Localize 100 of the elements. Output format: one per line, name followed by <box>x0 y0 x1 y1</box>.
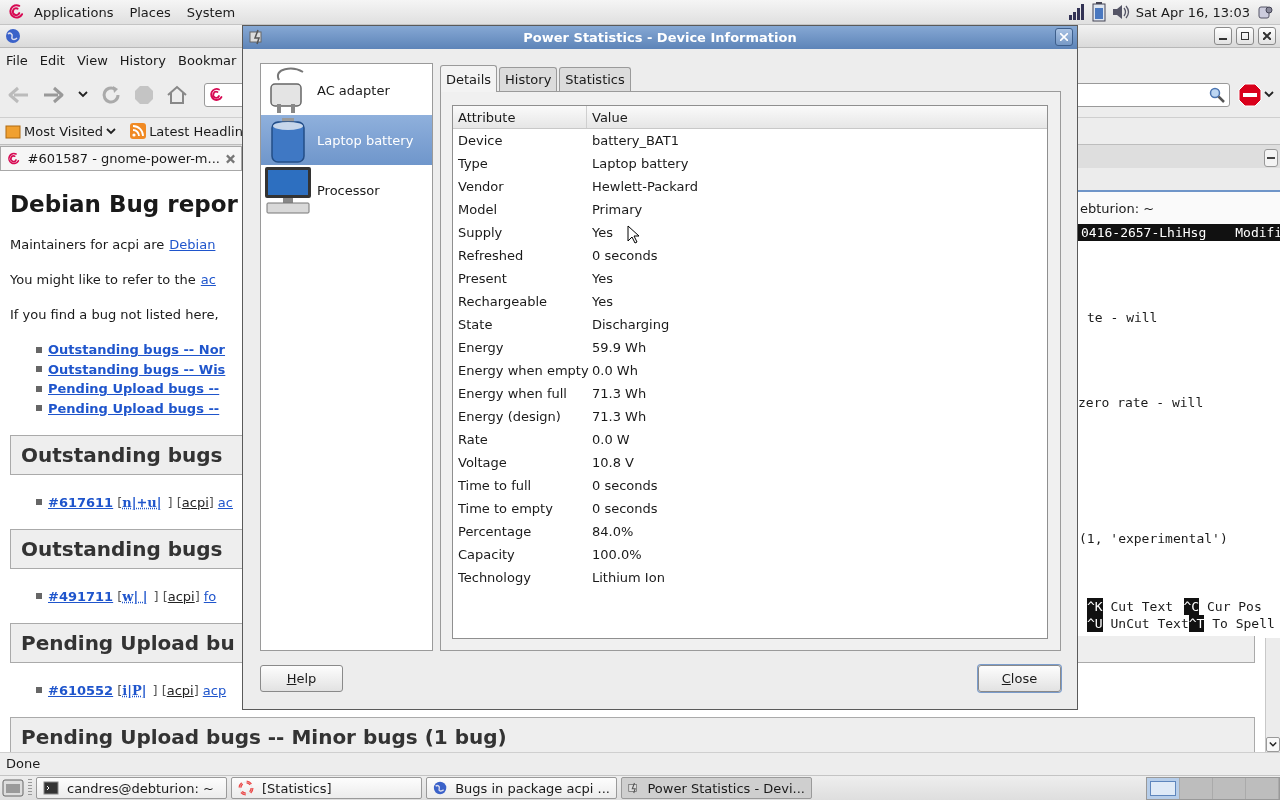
table-cell-text: Energy when full <box>457 386 568 401</box>
table-cell-text: Rate <box>457 432 489 447</box>
signal-icon[interactable] <box>1067 3 1086 21</box>
tag-link[interactable]: n|+u| <box>122 494 168 510</box>
bracket-text: ] <box>193 682 199 698</box>
maximize-button[interactable] <box>1236 27 1254 45</box>
panel-menu[interactable]: System <box>178 4 244 20</box>
close-button[interactable] <box>1055 28 1073 46</box>
table-cell-text: Hewlett-Packard <box>591 179 698 194</box>
user-switch-icon[interactable] <box>1258 4 1274 20</box>
table-cell-text: Supply <box>457 225 504 240</box>
menu-item[interactable]: History <box>113 52 173 68</box>
dialog-button[interactable]: Close <box>978 665 1061 692</box>
column-header[interactable]: Attribute <box>453 106 587 128</box>
package-link[interactable]: acpi <box>181 494 209 510</box>
power-statistics-icon <box>249 29 265 45</box>
terminal-line: (1, 'experimental') <box>1079 530 1228 547</box>
stop-sign-icon <box>1238 82 1262 107</box>
history-dropdown[interactable] <box>78 91 88 98</box>
bullet-icon <box>36 593 42 599</box>
close-icon <box>1060 33 1068 41</box>
bug-link[interactable]: #610552 <box>48 682 114 698</box>
table-cell-text: State <box>457 317 494 332</box>
minimize-button[interactable] <box>1214 27 1232 45</box>
table-cell-text: Energy (design) <box>457 409 562 424</box>
workspace-button[interactable] <box>1147 777 1180 799</box>
tab[interactable]: Details <box>440 65 498 92</box>
table-cell-text: Present <box>457 271 508 286</box>
lifebuoy-icon <box>238 780 254 796</box>
table-cell-text: Yes <box>591 294 613 309</box>
table-cell-text: 0.0 Wh <box>591 363 638 378</box>
menu-item[interactable]: File <box>0 52 34 68</box>
task-button[interactable]: [Statistics] <box>231 777 422 799</box>
table-cell-text: 0 seconds <box>591 478 658 493</box>
adblock-caret-icon <box>1264 91 1274 98</box>
dialog-button[interactable]: Help <box>260 665 343 692</box>
link[interactable]: Outstanding bugs -- Wis <box>48 361 226 377</box>
tab[interactable]: Statistics <box>559 67 631 91</box>
close-icon <box>1263 32 1271 40</box>
tag-link[interactable]: w| | <box>122 588 154 604</box>
volume-icon[interactable] <box>1111 4 1130 20</box>
link[interactable]: Pending Upload bugs -- <box>48 400 220 416</box>
panel-menu[interactable]: Applications <box>26 4 122 20</box>
bullet-icon <box>36 405 42 412</box>
stop-icon <box>134 84 154 105</box>
table-cell-text: Primary <box>591 202 643 217</box>
table-cell-text: 100.0% <box>591 547 642 562</box>
close-button[interactable] <box>1258 27 1276 45</box>
bracket-text: ] [ <box>167 494 182 510</box>
scrollbar[interactable] <box>1265 638 1280 752</box>
table-cell-text: Capacity <box>457 547 516 562</box>
folder-caret-icon <box>106 127 117 135</box>
bookmark[interactable]: Most Visited <box>5 123 117 139</box>
menu-item[interactable]: Edit <box>33 52 71 68</box>
home-button[interactable] <box>166 84 188 105</box>
link[interactable]: Outstanding bugs -- Nor <box>48 342 226 358</box>
tag-link[interactable]: i|P| <box>122 682 153 698</box>
power-statistics-icon <box>628 780 640 796</box>
forward-arrow-icon <box>42 84 66 105</box>
table-cell-text: Time to empty <box>457 501 554 516</box>
table-cell-text: Lithium Ion <box>591 570 665 585</box>
table-cell-text: 71.3 Wh <box>591 386 647 401</box>
caret-icon <box>1269 741 1277 748</box>
task-button[interactable]: Power Statistics - Devi... <box>621 777 812 799</box>
adblock-button[interactable] <box>1238 82 1262 107</box>
menu-item[interactable]: View <box>70 52 114 68</box>
mouse-pointer-icon <box>627 225 639 244</box>
bug-title-link[interactable]: ac <box>217 494 233 510</box>
bug-title-link[interactable]: fo <box>203 588 217 604</box>
show-desktop-icon[interactable] <box>2 778 24 798</box>
package-link[interactable]: acpi <box>166 682 194 698</box>
clock[interactable]: Sat Apr 16, 13:03 <box>1129 4 1258 20</box>
link[interactable]: Debian <box>169 235 216 255</box>
terminal-line: te - will <box>1087 309 1158 326</box>
task-button[interactable]: candres@debturion: ~ <box>36 777 227 799</box>
close-icon[interactable] <box>225 153 235 164</box>
bug-title-link[interactable]: acp <box>202 682 227 698</box>
browser-tab[interactable]: #601587 - gnome-power-m... <box>0 146 242 170</box>
device-item[interactable]: Processor <box>261 165 432 215</box>
column-header[interactable]: Value <box>587 106 1047 128</box>
bug-link[interactable]: #491711 <box>48 588 114 604</box>
battery-icon[interactable] <box>1091 2 1106 22</box>
bullet-icon <box>36 385 42 392</box>
bug-link[interactable]: #617611 <box>48 494 114 510</box>
bookmark[interactable]: Latest Headlin <box>130 123 243 139</box>
link[interactable]: ac <box>200 270 216 290</box>
tab[interactable]: History <box>499 67 558 91</box>
paragraph: If you find a bug not listed here, <box>10 306 219 324</box>
shortcut-key: ^K <box>1087 598 1103 615</box>
tab-list-button[interactable] <box>1264 149 1278 167</box>
device-item[interactable]: AC adapter <box>261 65 432 115</box>
panel-menu[interactable]: Places <box>121 4 179 20</box>
package-link[interactable]: acpi <box>167 588 195 604</box>
link[interactable]: Pending Upload bugs -- <box>48 381 220 397</box>
table-cell-text: Model <box>457 202 499 217</box>
menu-item[interactable]: Bookmar <box>172 52 243 68</box>
scroll-down-button[interactable] <box>1266 737 1280 752</box>
task-button[interactable]: Bugs in package acpi ... <box>426 777 617 799</box>
bracket-text: [ <box>117 588 123 604</box>
section-heading: Pending Upload bugs -- Minor bugs (1 bug) <box>10 717 1255 752</box>
